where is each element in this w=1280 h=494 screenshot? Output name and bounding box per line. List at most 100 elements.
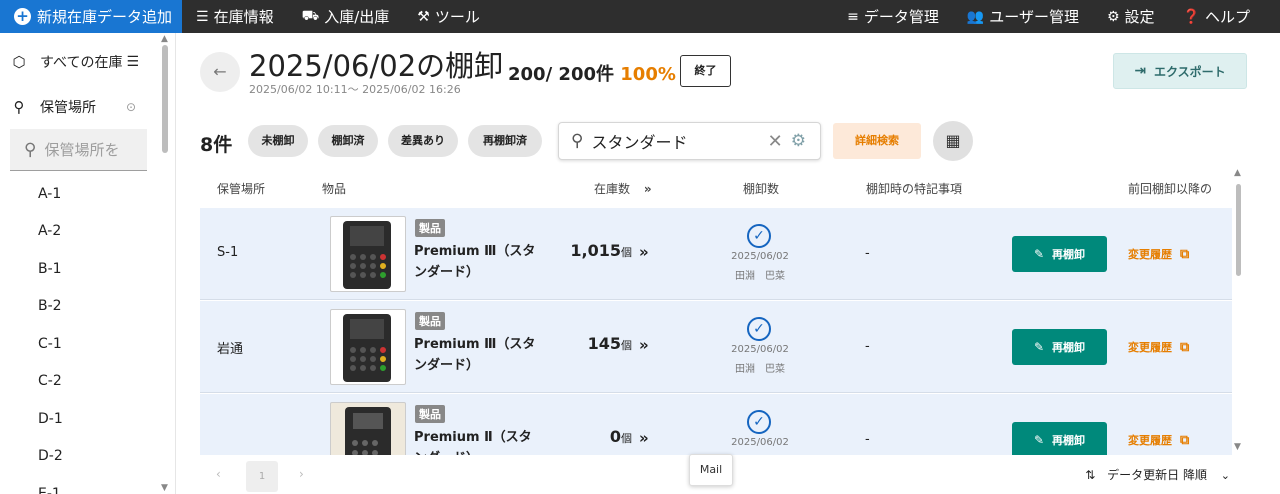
- data-icon: ≡: [847, 8, 859, 25]
- table-scroll-up-icon[interactable]: ▲: [1234, 168, 1241, 178]
- stock-quantity: 145個: [530, 334, 632, 353]
- table-row: 岩通 製品 Premium Ⅲ（スタンダード） 145個 » ✓ 2025/06…: [200, 301, 1232, 393]
- page-title: 2025/06/02の棚卸: [249, 49, 504, 83]
- nav-stock-info-label: 在庫情報: [213, 8, 274, 26]
- header-location: 保管場所: [217, 182, 266, 196]
- external-link-icon: ⧉: [1180, 433, 1190, 448]
- count-user: 田淵 巴菜: [735, 364, 785, 375]
- nav-data-management-label: データ管理: [863, 8, 939, 26]
- nav-user-management[interactable]: 👥 ユーザー管理: [953, 0, 1093, 33]
- chip-recounted[interactable]: 再棚卸済: [468, 125, 542, 157]
- gear-icon: ⚙: [1106, 8, 1120, 25]
- clear-icon[interactable]: ✕: [768, 131, 783, 152]
- back-button[interactable]: ←: [200, 52, 240, 92]
- recount-button[interactable]: ✎ 再棚卸: [1012, 422, 1107, 458]
- chip-not-counted[interactable]: 未棚卸: [248, 125, 308, 157]
- double-chevron-icon[interactable]: »: [639, 243, 649, 261]
- plus-icon: +: [14, 8, 31, 25]
- product-name[interactable]: Premium Ⅲ（スタンダード）: [414, 241, 544, 283]
- location-item[interactable]: E-1: [38, 486, 61, 494]
- chip-counted[interactable]: 棚卸済: [318, 125, 378, 157]
- sidebar-scroll-down-icon[interactable]: ▼: [161, 483, 168, 493]
- chip-discrepancy[interactable]: 差異あり: [388, 125, 458, 157]
- chevron-right-icon[interactable]: ›: [299, 467, 304, 481]
- nav-in-out[interactable]: ⛟ 入庫/出庫: [288, 0, 404, 33]
- item-count: 8件: [200, 134, 233, 156]
- location-item[interactable]: D-1: [38, 411, 63, 427]
- nav-help-label: ヘルプ: [1204, 8, 1250, 26]
- new-stock-button[interactable]: + 新規在庫データ追加: [0, 0, 183, 33]
- header-item: 物品: [322, 182, 347, 196]
- sort-select[interactable]: ⇅ データ更新日 降順 ⌄: [1085, 466, 1230, 483]
- location-pin-icon: ⚲: [13, 98, 25, 116]
- sidebar-all-stock[interactable]: ⬡ すべての在庫 ☰: [0, 52, 160, 72]
- toolbox-icon: ⚒: [417, 8, 430, 25]
- nav-data-management[interactable]: ≡ データ管理: [833, 0, 953, 33]
- history-link[interactable]: 変更履歴 ⧉: [1128, 246, 1189, 262]
- recount-button[interactable]: ✎ 再棚卸: [1012, 329, 1107, 365]
- gear-icon[interactable]: ⚙: [791, 131, 806, 151]
- collapse-menu-icon[interactable]: ☰: [126, 54, 139, 70]
- detail-search-button[interactable]: 詳細検索: [833, 123, 921, 159]
- double-chevron-icon[interactable]: »: [639, 429, 649, 447]
- page-number[interactable]: 1: [246, 461, 278, 492]
- history-link[interactable]: 変更履歴 ⧉: [1128, 339, 1189, 355]
- stock-quantity-value: 0: [609, 427, 621, 446]
- history-label: 変更履歴: [1128, 248, 1172, 261]
- location-item[interactable]: A-1: [38, 186, 61, 202]
- recount-label: 再棚卸: [1052, 248, 1086, 261]
- product-image[interactable]: [330, 309, 406, 385]
- product-image[interactable]: [330, 216, 406, 292]
- list-icon: ☰: [196, 8, 209, 25]
- table-scroll-down-icon[interactable]: ▼: [1234, 442, 1241, 452]
- table-scrollbar[interactable]: [1236, 184, 1241, 276]
- location-item[interactable]: C-1: [38, 336, 62, 352]
- chevron-up-icon[interactable]: ⊙: [126, 100, 136, 114]
- search-value: スタンダード: [591, 133, 688, 152]
- export-button[interactable]: ⇥ エクスポート: [1113, 53, 1247, 89]
- pencil-icon: ✎: [1033, 247, 1045, 261]
- location-item[interactable]: D-2: [38, 448, 63, 464]
- sort-label: データ更新日 降順: [1107, 468, 1207, 482]
- nav-tools[interactable]: ⚒ ツール: [403, 0, 494, 33]
- location-item[interactable]: B-2: [38, 298, 62, 314]
- location-search-input[interactable]: ⚲ 保管場所を: [10, 129, 147, 171]
- chevron-left-icon[interactable]: ‹: [216, 467, 221, 481]
- qr-scan-button[interactable]: ▦: [933, 121, 973, 161]
- pencil-icon: ✎: [1033, 340, 1045, 354]
- check-circle-icon: ✓: [747, 224, 771, 248]
- header-stock[interactable]: 在庫数 »: [594, 180, 652, 197]
- search-input[interactable]: ⚲ スタンダード ✕ ⚙: [558, 122, 821, 160]
- nav-help[interactable]: ❓ ヘルプ: [1169, 0, 1280, 33]
- page-subtitle: 2025/06/02 10:11～ 2025/06/02 16:26: [249, 83, 461, 96]
- sidebar-all-stock-label: すべての在庫: [40, 55, 123, 71]
- location-item[interactable]: C-2: [38, 373, 62, 389]
- row-location: S-1: [217, 245, 239, 260]
- recount-label: 再棚卸: [1052, 434, 1086, 447]
- truck-icon: ⛟: [301, 7, 320, 24]
- end-button[interactable]: 終了: [680, 55, 731, 87]
- product-tag: 製品: [415, 405, 445, 423]
- progress-count-text: 200/ 200件: [508, 64, 614, 85]
- nav-stock-info[interactable]: ☰ 在庫情報: [182, 0, 288, 33]
- sidebar-scrollbar[interactable]: [162, 45, 168, 153]
- history-label: 変更履歴: [1128, 434, 1172, 447]
- card-reader-image: [343, 221, 391, 289]
- location-item[interactable]: B-1: [38, 261, 62, 277]
- header-stock-label: 在庫数: [594, 182, 631, 196]
- sidebar-locations[interactable]: ⚲ 保管場所 ⊙: [0, 97, 160, 117]
- help-icon: ❓: [1182, 8, 1200, 25]
- history-link[interactable]: 変更履歴 ⧉: [1128, 432, 1189, 448]
- recount-label: 再棚卸: [1052, 341, 1086, 354]
- users-icon: 👥: [966, 8, 985, 25]
- header-note: 棚卸時の特記事項: [866, 182, 963, 196]
- stock-quantity: 1,015個: [530, 241, 632, 260]
- location-item[interactable]: A-2: [38, 223, 61, 239]
- double-chevron-icon[interactable]: »: [639, 336, 649, 354]
- sidebar-scroll-up-icon[interactable]: ▲: [161, 34, 168, 44]
- external-link-icon: ⧉: [1180, 340, 1190, 355]
- nav-settings[interactable]: ⚙ 設定: [1093, 0, 1169, 33]
- product-name[interactable]: Premium Ⅲ（スタンダード）: [414, 334, 544, 376]
- export-icon: ⇥: [1134, 63, 1147, 79]
- recount-button[interactable]: ✎ 再棚卸: [1012, 236, 1107, 272]
